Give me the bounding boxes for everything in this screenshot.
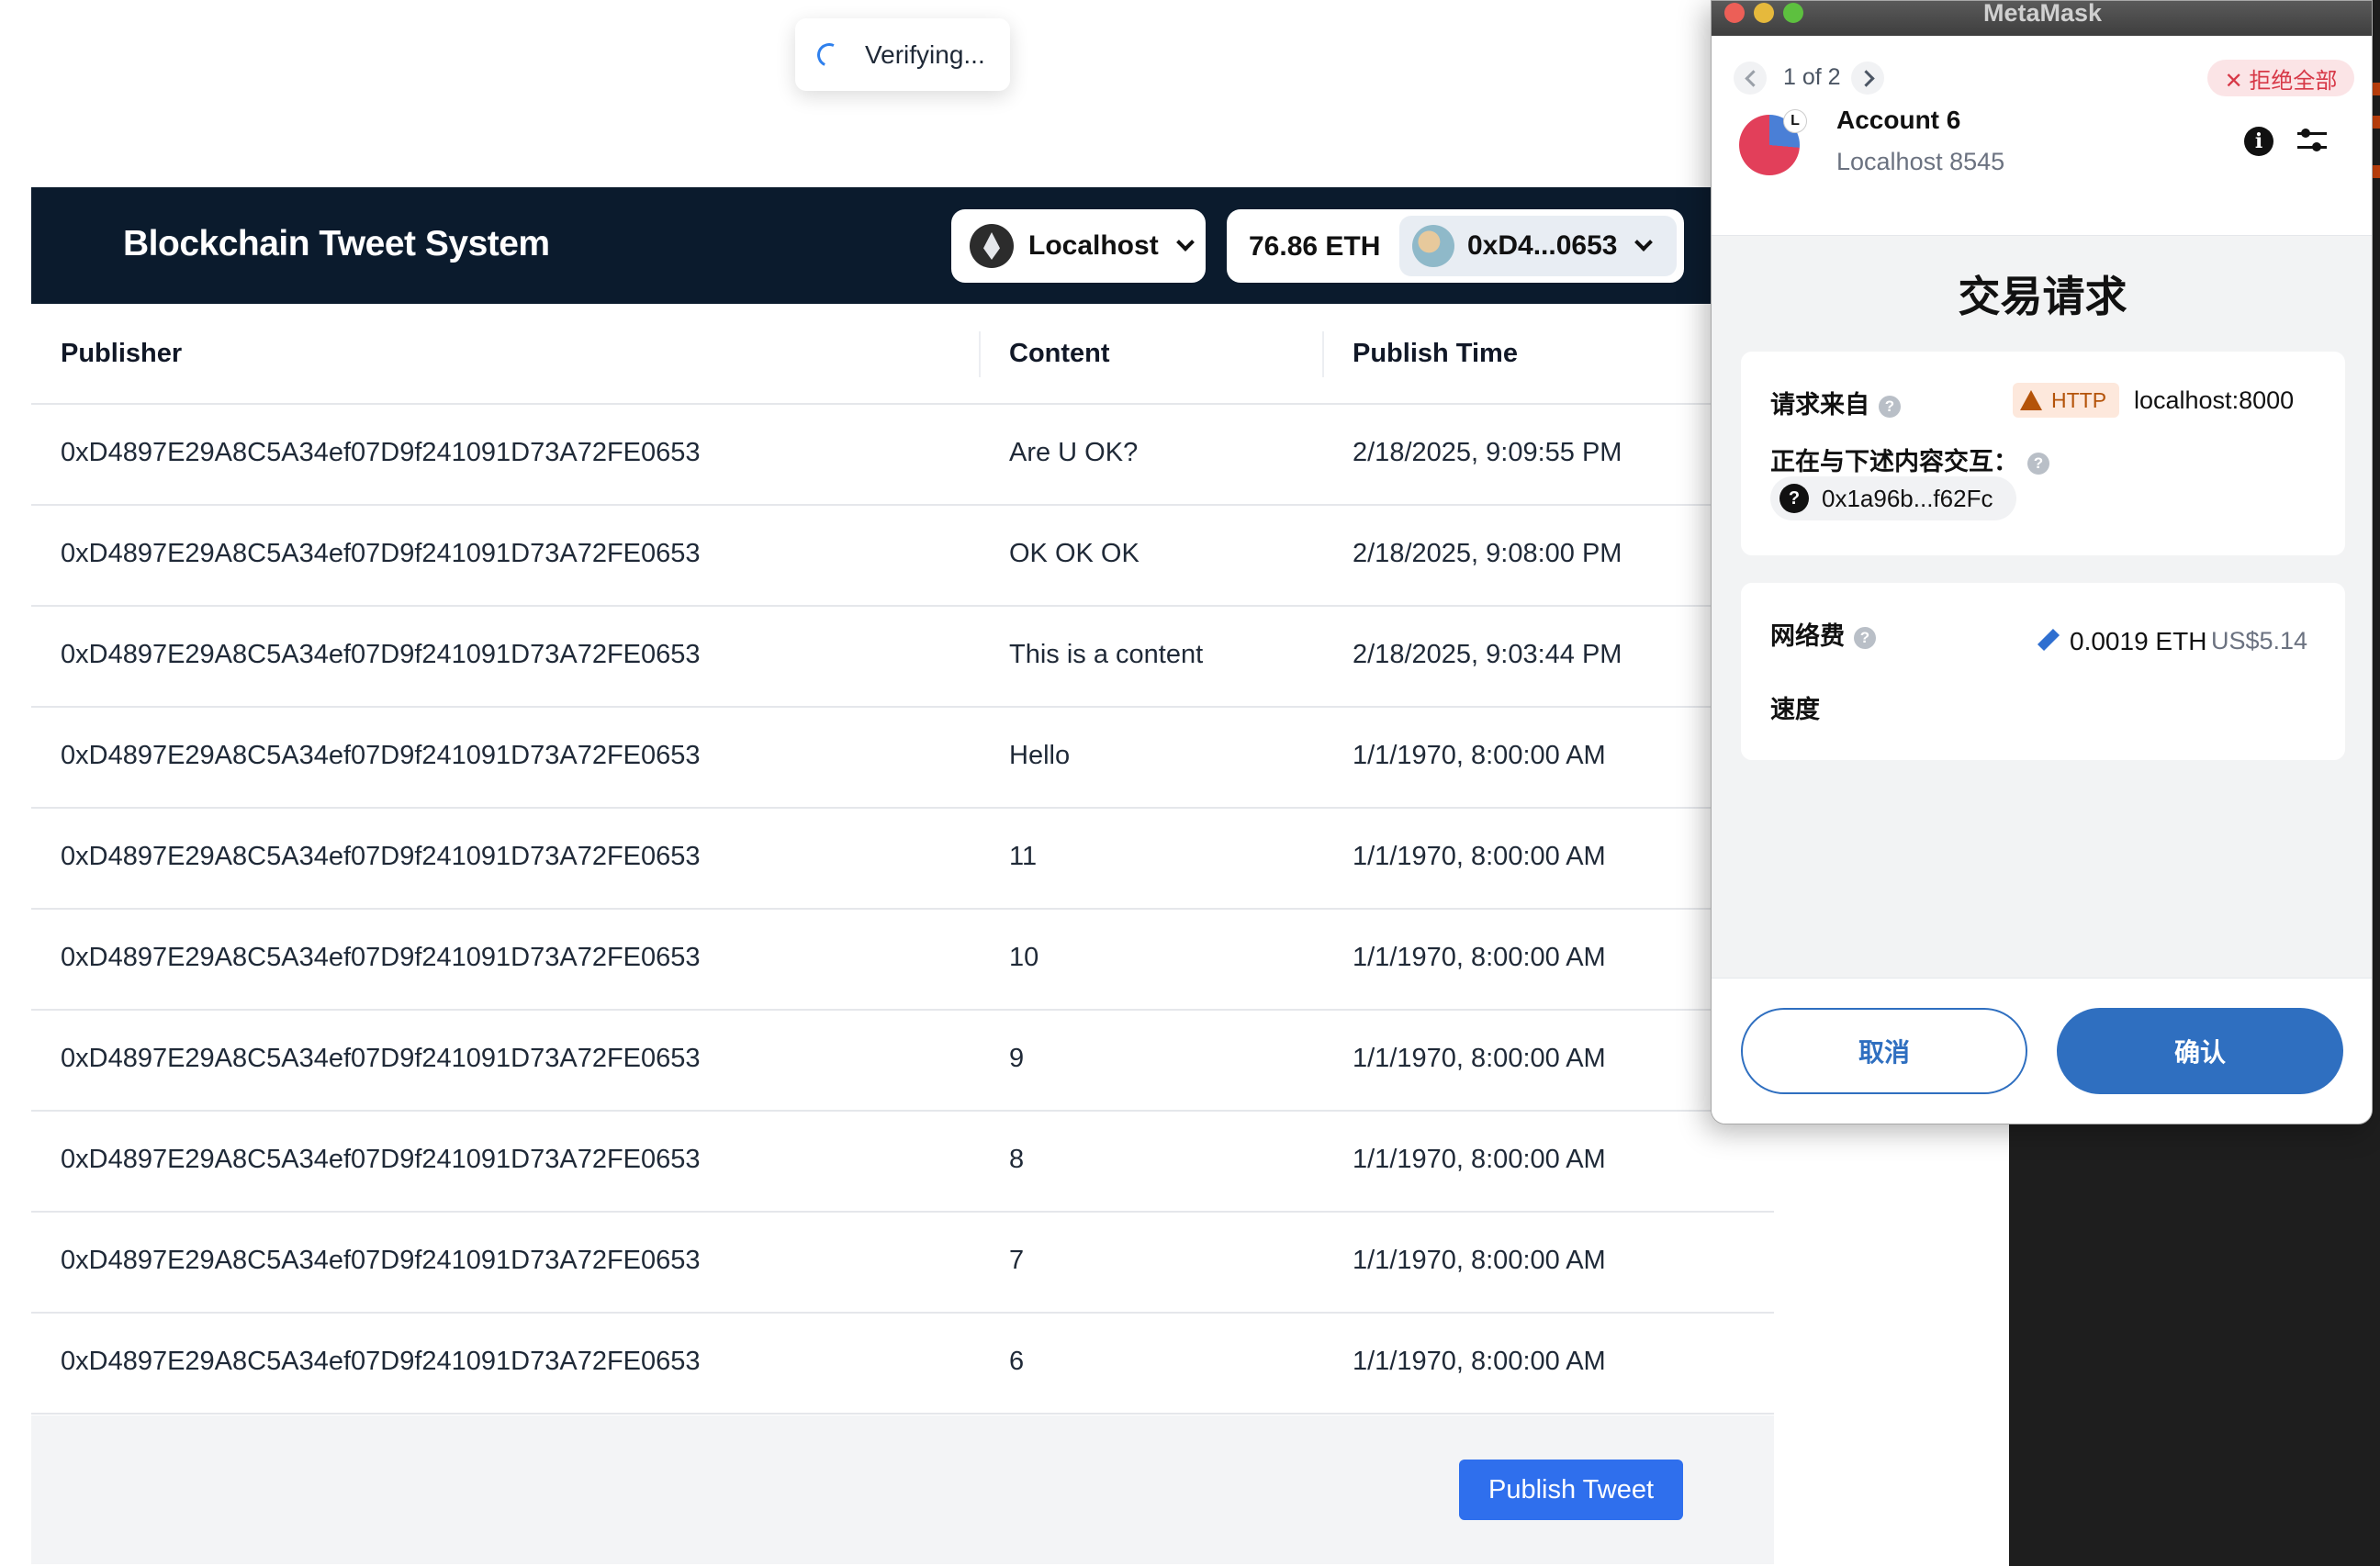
publish-tweet-button[interactable]: Publish Tweet: [1459, 1460, 1683, 1520]
fee-card: 网络费? 0.0019 ETH US$5.14 速度: [1741, 583, 2345, 760]
content-cell: 8: [1009, 1145, 1025, 1174]
publisher-cell: 0xD4897E29A8C5A34ef07D9f241091D73A72FE06…: [61, 640, 701, 669]
time-cell: 1/1/1970, 8:00:00 AM: [1353, 1044, 1606, 1073]
column-header-content: Content: [1009, 339, 1110, 368]
window-titlebar: MetaMask: [1712, 0, 2372, 36]
request-from-label: 请求来自?: [1770, 385, 1901, 420]
table-row: 0xD4897E29A8C5A34ef07D9f241091D73A72FE06…: [31, 809, 1774, 910]
table-row: 0xD4897E29A8C5A34ef07D9f241091D73A72FE06…: [31, 1112, 1774, 1213]
table-row: 0xD4897E29A8C5A34ef07D9f241091D73A72FE06…: [31, 1213, 1774, 1314]
tweets-table: Publisher Content Publish Time 0xD4897E2…: [31, 304, 1774, 1415]
chevron-down-icon: [1175, 233, 1195, 252]
cancel-button[interactable]: 取消: [1741, 1008, 2027, 1094]
content-cell: OK OK OK: [1009, 539, 1139, 568]
chevron-right-icon[interactable]: [1851, 62, 1884, 95]
question-icon[interactable]: ?: [1854, 627, 1876, 649]
time-cell: 1/1/1970, 8:00:00 AM: [1353, 1347, 1606, 1376]
time-cell: 1/1/1970, 8:00:00 AM: [1353, 943, 1606, 972]
action-bar: 取消 确认: [1712, 978, 2372, 1124]
content-cell: 11: [1009, 842, 1038, 871]
publisher-cell: 0xD4897E29A8C5A34ef07D9f241091D73A72FE06…: [61, 1347, 701, 1376]
column-header-publisher: Publisher: [61, 339, 183, 368]
table-row: 0xD4897E29A8C5A34ef07D9f241091D73A72FE06…: [31, 405, 1774, 506]
time-cell: 2/18/2025, 9:08:00 PM: [1353, 539, 1622, 568]
content-cell: Are U OK?: [1009, 438, 1139, 467]
content-cell: 10: [1009, 943, 1039, 972]
content-cell: Hello: [1009, 741, 1071, 770]
network-fee-label: 网络费?: [1770, 616, 1876, 652]
account-network: Localhost 8545: [1836, 148, 2005, 175]
app-header: Blockchain Tweet System Localhost 76.86 …: [31, 187, 1774, 304]
table-header: Publisher Content Publish Time: [31, 304, 1774, 405]
content-cell: 7: [1009, 1246, 1025, 1275]
column-divider: [979, 331, 981, 377]
table-row: 0xD4897E29A8C5A34ef07D9f241091D73A72FE06…: [31, 708, 1774, 809]
contract-address-pill[interactable]: ? 0x1a96b...f62Fc: [1770, 476, 2016, 520]
metamask-window: MetaMask 1 of 2 ✕ 拒绝全部 L Account 6 Local…: [1711, 0, 2373, 1124]
balance: 76.86 ETH: [1249, 231, 1381, 262]
publisher-cell: 0xD4897E29A8C5A34ef07D9f241091D73A72FE06…: [61, 539, 701, 568]
publisher-cell: 0xD4897E29A8C5A34ef07D9f241091D73A72FE06…: [61, 1145, 701, 1174]
network-selector[interactable]: Localhost: [951, 209, 1206, 283]
content-cell: 6: [1009, 1347, 1025, 1376]
confirm-button[interactable]: 确认: [2057, 1008, 2343, 1094]
fee-eth: 0.0019 ETH: [2070, 627, 2207, 655]
time-cell: 1/1/1970, 8:00:00 AM: [1353, 1246, 1606, 1275]
table-row: 0xD4897E29A8C5A34ef07D9f241091D73A72FE06…: [31, 1011, 1774, 1112]
edit-pencil-icon[interactable]: [2037, 629, 2060, 653]
table-row: 0xD4897E29A8C5A34ef07D9f241091D73A72FE06…: [31, 1314, 1774, 1415]
network-badge: L: [1783, 109, 1807, 133]
time-cell: 1/1/1970, 8:00:00 AM: [1353, 741, 1606, 770]
transaction-request-heading: 交易请求: [1958, 273, 2127, 320]
account-address: 0xD4...0653: [1467, 230, 1618, 261]
time-cell: 2/18/2025, 9:03:44 PM: [1353, 640, 1622, 669]
spinner-icon: [814, 39, 845, 71]
table-row: 0xD4897E29A8C5A34ef07D9f241091D73A72FE06…: [31, 910, 1774, 1011]
publisher-cell: 0xD4897E29A8C5A34ef07D9f241091D73A72FE06…: [61, 741, 701, 770]
column-header-publish-time: Publish Time: [1353, 339, 1518, 368]
publisher-cell: 0xD4897E29A8C5A34ef07D9f241091D73A72FE06…: [61, 1044, 701, 1073]
warning-icon: [2020, 390, 2042, 410]
verifying-toast: Verifying...: [795, 18, 1010, 91]
interacting-with-label: 正在与下述内容交互：?: [1770, 442, 2049, 477]
network-label: Localhost: [1028, 230, 1159, 261]
account-widget: 76.86 ETH 0xD4...0653: [1227, 209, 1684, 283]
window-title: MetaMask: [1982, 0, 2103, 27]
question-icon[interactable]: ?: [1879, 396, 1901, 418]
settings-sliders-icon[interactable]: [2296, 124, 2329, 157]
table-row: 0xD4897E29A8C5A34ef07D9f241091D73A72FE06…: [31, 607, 1774, 708]
question-icon[interactable]: ?: [2027, 453, 2049, 475]
request-details-card: 请求来自? HTTP localhost:8000 正在与下述内容交互：? ? …: [1741, 352, 2345, 555]
request-origin: localhost:8000: [2134, 386, 2295, 414]
time-cell: 1/1/1970, 8:00:00 AM: [1353, 1145, 1606, 1174]
publisher-cell: 0xD4897E29A8C5A34ef07D9f241091D73A72FE06…: [61, 943, 701, 972]
table-row: 0xD4897E29A8C5A34ef07D9f241091D73A72FE06…: [31, 506, 1774, 607]
content-cell: This is a content: [1009, 640, 1204, 669]
account-avatar-icon: [1412, 225, 1454, 267]
publisher-cell: 0xD4897E29A8C5A34ef07D9f241091D73A72FE06…: [61, 1246, 701, 1275]
question-icon: ?: [1779, 484, 1809, 513]
account-selector[interactable]: 0xD4...0653: [1399, 216, 1677, 276]
metamask-header: 1 of 2 ✕ 拒绝全部 L Account 6 Localhost 8545…: [1712, 36, 2372, 236]
page-indicator: 1 of 2: [1783, 64, 1841, 90]
column-divider: [1322, 331, 1324, 377]
table-footer: Publish Tweet: [31, 1415, 1774, 1564]
toast-text: Verifying...: [865, 39, 985, 69]
time-cell: 1/1/1970, 8:00:00 AM: [1353, 842, 1606, 871]
fee-usd: US$5.14: [2211, 627, 2308, 654]
account-name: Account 6: [1836, 106, 1961, 134]
speed-label: 速度: [1770, 696, 1820, 723]
reject-all-button[interactable]: ✕ 拒绝全部: [2207, 60, 2354, 96]
chevron-left-icon[interactable]: [1734, 62, 1767, 95]
info-icon[interactable]: i: [2244, 127, 2273, 156]
contract-address: 0x1a96b...f62Fc: [1822, 484, 1993, 512]
ethereum-icon: [970, 224, 1014, 268]
http-warning-badge: HTTP: [2013, 383, 2119, 418]
publisher-cell: 0xD4897E29A8C5A34ef07D9f241091D73A72FE06…: [61, 438, 701, 467]
content-cell: 9: [1009, 1044, 1025, 1073]
chevron-down-icon: [1634, 233, 1654, 252]
app-title: Blockchain Tweet System: [123, 224, 550, 263]
time-cell: 2/18/2025, 9:09:55 PM: [1353, 438, 1622, 467]
publisher-cell: 0xD4897E29A8C5A34ef07D9f241091D73A72FE06…: [61, 842, 701, 871]
